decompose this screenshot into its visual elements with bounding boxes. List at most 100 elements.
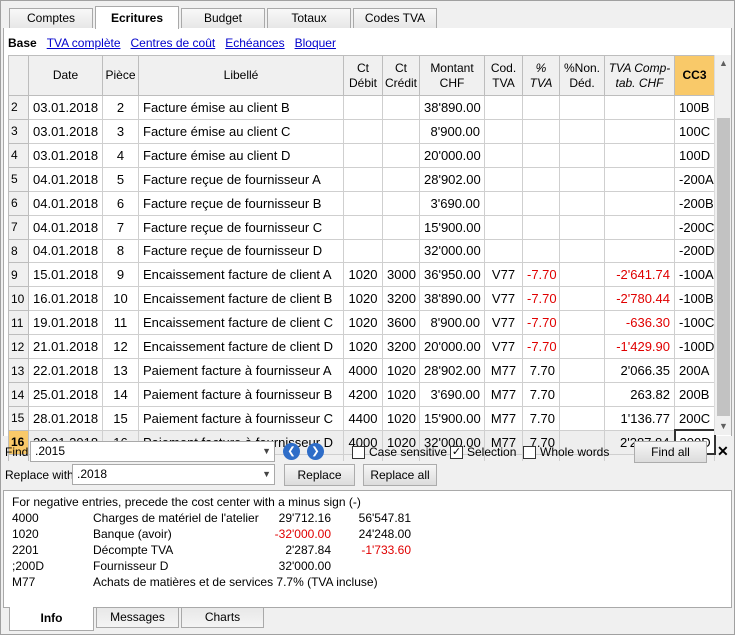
piece-cell[interactable]: 14	[102, 382, 139, 407]
pct-tva-cell[interactable]: 7.70	[522, 405, 560, 431]
pct-tva-cell[interactable]: -7.70	[522, 310, 560, 336]
cod-tva-cell[interactable]	[484, 118, 523, 144]
libelle-cell[interactable]: Facture reçue de fournisseur C	[138, 214, 344, 240]
replace-button[interactable]: Replace	[284, 464, 355, 486]
tva-comptab-cell[interactable]: 2'066.35	[604, 358, 675, 384]
row-number-cell[interactable]: 6	[8, 190, 29, 216]
cc3-cell[interactable]: 100C	[674, 118, 715, 144]
close-find-icon[interactable]: ✕	[717, 443, 729, 460]
tva-comptab-cell[interactable]	[604, 95, 675, 120]
replace-dropdown-icon[interactable]: ▼	[262, 465, 271, 484]
scroll-down-icon[interactable]: ▼	[715, 418, 732, 435]
credit-cell[interactable]: 3000	[382, 262, 420, 288]
non-ded-cell[interactable]	[559, 334, 605, 360]
debit-cell[interactable]	[343, 238, 383, 264]
piece-cell[interactable]: 12	[102, 334, 139, 360]
cc3-cell[interactable]: -100A	[674, 262, 715, 288]
debit-cell[interactable]: 1020	[343, 262, 383, 288]
vertical-scrollbar[interactable]: ▲ ▼	[714, 55, 731, 435]
cc3-cell[interactable]: -200A	[674, 166, 715, 192]
cc3-cell[interactable]: -100D	[674, 334, 715, 360]
debit-cell[interactable]: 1020	[343, 310, 383, 336]
piece-cell[interactable]: 11	[102, 310, 139, 336]
view-tva-complete[interactable]: TVA complète	[47, 36, 121, 50]
libelle-cell[interactable]: Encaissement facture de client B	[138, 286, 344, 312]
header-non-ded[interactable]: %Non. Déd.	[559, 55, 605, 96]
credit-cell[interactable]	[382, 95, 420, 120]
cc3-cell[interactable]: -200D	[674, 238, 715, 264]
libelle-cell[interactable]: Facture reçue de fournisseur A	[138, 166, 344, 192]
credit-cell[interactable]	[382, 166, 420, 192]
libelle-cell[interactable]: Encaissement facture de client D	[138, 334, 344, 360]
debit-cell[interactable]: 4400	[343, 405, 383, 431]
table-row[interactable]: 12 21.01.2018 12 Encaissement facture de cl…	[8, 334, 715, 360]
non-ded-cell[interactable]	[559, 95, 605, 120]
tab-charts[interactable]: Charts	[181, 608, 264, 628]
cod-tva-cell[interactable]: M77	[484, 382, 523, 407]
piece-cell[interactable]: 7	[102, 214, 139, 240]
cod-tva-cell[interactable]	[484, 214, 523, 240]
credit-cell[interactable]: 1020	[382, 405, 420, 431]
libelle-cell[interactable]: Facture émise au client B	[138, 95, 344, 120]
montant-cell[interactable]: 15'900.00	[419, 214, 485, 240]
date-cell[interactable]: 04.01.2018	[28, 214, 103, 240]
table-row[interactable]: 10 16.01.2018 10 Encaissement facture de cl…	[8, 286, 715, 312]
row-number-cell[interactable]: 4	[8, 142, 29, 168]
cod-tva-cell[interactable]	[484, 190, 523, 216]
piece-cell[interactable]: 15	[102, 405, 139, 431]
scroll-up-icon[interactable]: ▲	[715, 55, 732, 72]
pct-tva-cell[interactable]	[522, 190, 560, 216]
table-row[interactable]: 5 04.01.2018 5 Facture reçue de fournisseur…	[8, 166, 715, 192]
date-cell[interactable]: 03.01.2018	[28, 142, 103, 168]
cod-tva-cell[interactable]	[484, 142, 523, 168]
row-number-cell[interactable]: 10	[8, 286, 29, 312]
credit-cell[interactable]: 1020	[382, 382, 420, 407]
pct-tva-cell[interactable]: 7.70	[522, 358, 560, 384]
cc3-cell[interactable]: 200C	[674, 405, 715, 431]
tab-messages[interactable]: Messages	[96, 608, 179, 628]
montant-cell[interactable]: 3'690.00	[419, 190, 485, 216]
piece-cell[interactable]: 5	[102, 166, 139, 192]
non-ded-cell[interactable]	[559, 358, 605, 384]
table-row[interactable]: 6 04.01.2018 6 Facture reçue de fournisseur…	[8, 190, 715, 216]
replace-input[interactable]: .2018 ▼	[72, 464, 275, 485]
montant-cell[interactable]: 38'890.00	[419, 286, 485, 312]
tva-comptab-cell[interactable]: -2'780.44	[604, 286, 675, 312]
debit-cell[interactable]: 4200	[343, 382, 383, 407]
date-cell[interactable]: 25.01.2018	[28, 382, 103, 407]
tab-comptes[interactable]: Comptes	[9, 8, 93, 29]
piece-cell[interactable]: 2	[102, 95, 139, 120]
tva-comptab-cell[interactable]: -636.30	[604, 310, 675, 336]
pct-tva-cell[interactable]: -7.70	[522, 262, 560, 288]
find-previous-icon[interactable]: ❮	[283, 443, 300, 460]
libelle-cell[interactable]: Facture reçue de fournisseur B	[138, 190, 344, 216]
date-cell[interactable]: 19.01.2018	[28, 310, 103, 336]
non-ded-cell[interactable]	[559, 118, 605, 144]
cod-tva-cell[interactable]: M77	[484, 405, 523, 431]
pct-tva-cell[interactable]	[522, 142, 560, 168]
tab-codes-tva[interactable]: Codes TVA	[353, 8, 437, 29]
cod-tva-cell[interactable]	[484, 238, 523, 264]
piece-cell[interactable]: 9	[102, 262, 139, 288]
header-montant[interactable]: Montant CHF	[419, 55, 485, 96]
credit-cell[interactable]	[382, 142, 420, 168]
libelle-cell[interactable]: Encaissement facture de client C	[138, 310, 344, 336]
tab-info[interactable]: Info	[9, 607, 94, 631]
cc3-cell[interactable]: 200B	[674, 382, 715, 407]
header-cc3[interactable]: CC3	[674, 55, 715, 96]
non-ded-cell[interactable]	[559, 262, 605, 288]
table-row[interactable]: 2 03.01.2018 2 Facture émise au client B 38'…	[8, 95, 715, 120]
non-ded-cell[interactable]	[559, 166, 605, 192]
montant-cell[interactable]: 32'000.00	[419, 238, 485, 264]
pct-tva-cell[interactable]: -7.70	[522, 286, 560, 312]
montant-cell[interactable]: 3'690.00	[419, 382, 485, 407]
date-cell[interactable]: 03.01.2018	[28, 118, 103, 144]
date-cell[interactable]: 22.01.2018	[28, 358, 103, 384]
non-ded-cell[interactable]	[559, 214, 605, 240]
tva-comptab-cell[interactable]	[604, 118, 675, 144]
montant-cell[interactable]: 28'902.00	[419, 166, 485, 192]
montant-cell[interactable]: 20'000.00	[419, 334, 485, 360]
pct-tva-cell[interactable]	[522, 166, 560, 192]
cod-tva-cell[interactable]: V77	[484, 334, 523, 360]
non-ded-cell[interactable]	[559, 190, 605, 216]
